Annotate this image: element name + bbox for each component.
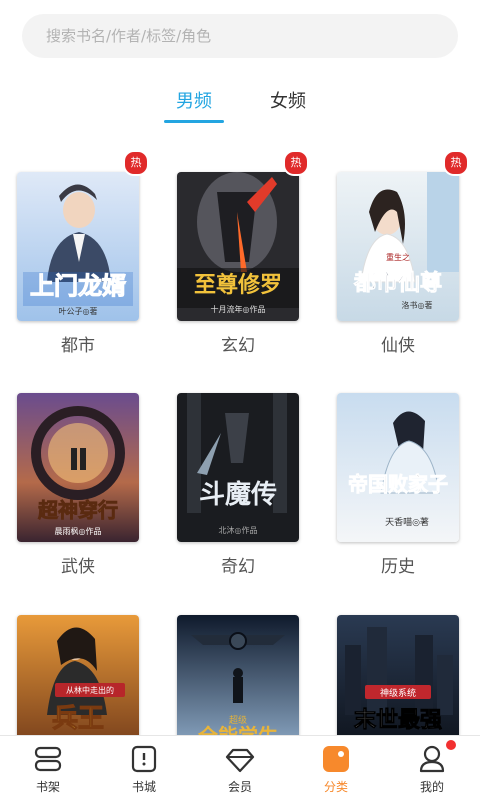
tab-male[interactable]: 男频: [154, 88, 234, 120]
bottom-tab-bar: 书架 书城 会员 分类 我的: [0, 735, 480, 801]
cover-author: 十月流年◎作品: [211, 304, 266, 314]
cover-title: 帝国败家子: [348, 472, 448, 496]
tab-profile[interactable]: 我的: [384, 736, 480, 801]
tab-label: 书架: [35, 780, 60, 794]
cover-title: 至尊修罗: [194, 272, 282, 298]
book-cover[interactable]: 上门龙婿 叶公子◎著: [17, 172, 139, 321]
profile-icon: [419, 745, 445, 773]
cover-title: 全能学生: [197, 724, 278, 735]
category-label: 玄幻: [221, 336, 255, 356]
cover-title: 兵王: [52, 704, 104, 734]
tab-label: 会员: [227, 780, 252, 794]
cover-author: 叶公子◎著: [59, 306, 98, 316]
hot-badge: 热: [123, 150, 149, 176]
tab-category[interactable]: 分类: [288, 736, 384, 801]
search-input[interactable]: [44, 26, 458, 46]
search-bar[interactable]: [22, 14, 458, 58]
cover-subtitle: 重生之: [386, 252, 410, 262]
book-cover[interactable]: 重生之 都市仙尊 洛书◎著: [337, 172, 459, 321]
cover-title: 斗魔传: [199, 480, 277, 510]
category-label: 武侠: [61, 557, 95, 577]
category-label: 历史: [381, 557, 415, 577]
book-cover[interactable]: 超神穿行 晨雨枫◎作品: [17, 393, 139, 542]
book-cover[interactable]: 神级系统 末世最强: [337, 615, 459, 735]
category-label: 都市: [61, 336, 95, 356]
vip-diamond-icon: [225, 748, 255, 773]
category-label: 仙侠: [381, 336, 415, 356]
cover-title: 都市仙尊: [353, 270, 442, 296]
book-cover[interactable]: 从林中走出的 兵王: [17, 615, 139, 735]
cover-author: 晨雨枫◎作品: [55, 526, 102, 536]
category-grid: 上门龙婿 叶公子◎著 热 都市 至尊修罗 十月流年◎作品 热 玄幻 重生之 都市…: [0, 150, 480, 735]
tab-bookshelf[interactable]: 书架: [0, 736, 96, 801]
cover-author: 天香喵◎著: [385, 516, 429, 528]
cover-author: 北沐◎作品: [219, 525, 258, 535]
cover-title: 上门龙婿: [30, 272, 126, 300]
hot-badge: 热: [283, 150, 309, 176]
category-label: 奇幻: [221, 557, 255, 577]
bookshelf-icon: [34, 746, 62, 772]
book-cover[interactable]: 至尊修罗 十月流年◎作品: [177, 172, 299, 321]
category-icon: [323, 746, 349, 772]
tab-female[interactable]: 女频: [248, 88, 328, 120]
bookstore-icon: [131, 745, 157, 773]
hot-badge: 热: [443, 150, 469, 176]
cover-author: 洛书◎著: [402, 300, 433, 310]
tab-vip[interactable]: 会员: [192, 736, 288, 801]
cover-subtitle: 神级系统: [380, 687, 416, 699]
gender-tabs: 男频 女频: [0, 88, 480, 128]
book-cover[interactable]: 斗魔传 北沐◎作品: [177, 393, 299, 542]
tab-label: 分类: [323, 780, 348, 794]
cover-title: 超神穿行: [37, 498, 118, 522]
tab-bookstore[interactable]: 书城: [96, 736, 192, 801]
cover-title: 末世最强: [354, 708, 442, 733]
tab-label: 书城: [131, 780, 156, 794]
cover-subtitle: 从林中走出的: [66, 685, 114, 695]
book-cover[interactable]: 帝国败家子 天香喵◎著: [337, 393, 459, 542]
book-cover[interactable]: 超级 全能学生: [177, 615, 299, 735]
notification-dot: [446, 740, 456, 750]
active-tab-indicator: [164, 120, 224, 123]
tab-label: 我的: [419, 780, 444, 794]
